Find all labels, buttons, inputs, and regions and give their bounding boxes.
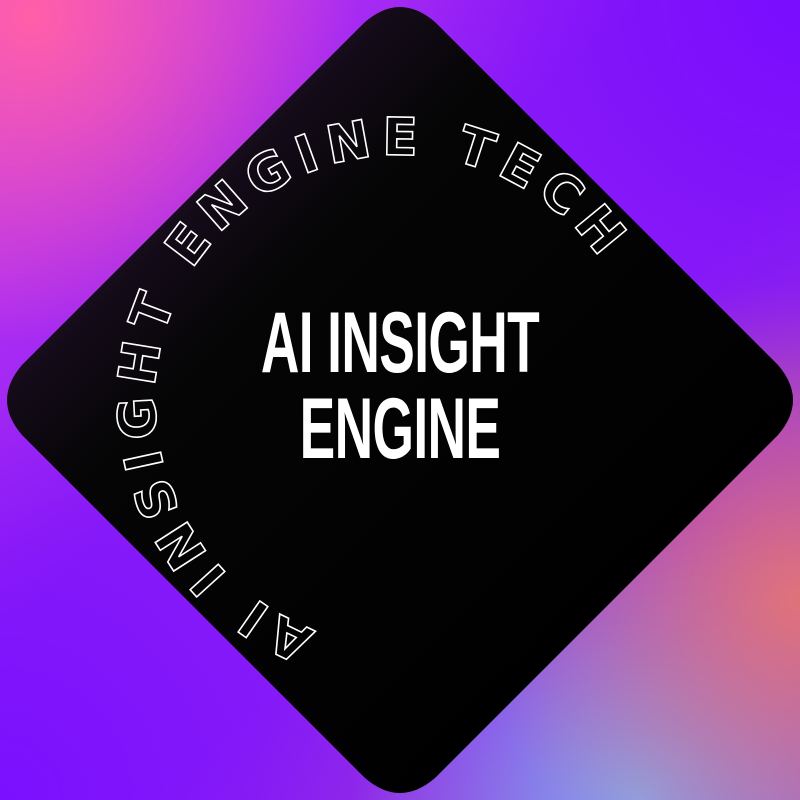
badge-title: AI INSIGHT ENGINE [150,300,650,472]
title-line-1: AI INSIGHT [260,295,540,391]
title-line-2: ENGINE [299,381,501,477]
